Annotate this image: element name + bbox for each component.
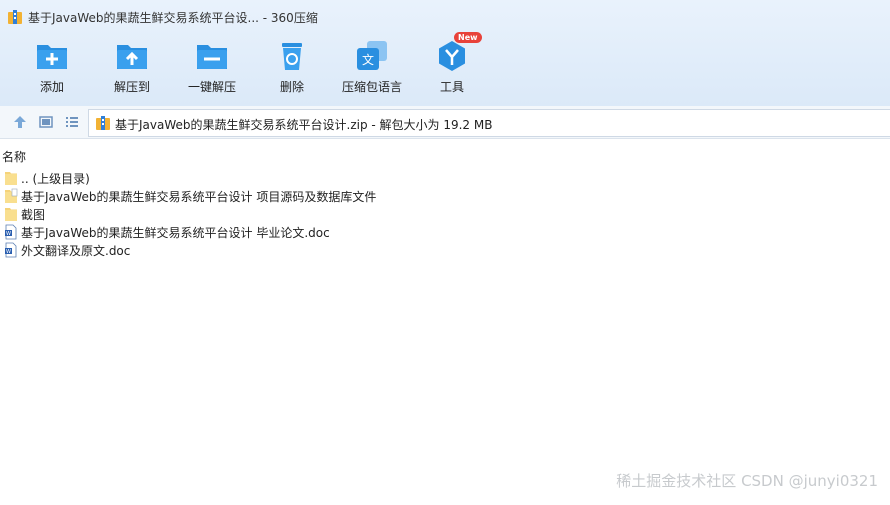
tools-button[interactable]: New 工具: [412, 32, 492, 104]
one-click-extract-icon: [197, 45, 227, 69]
list-item-translation-doc[interactable]: W 外文翻译及原文.doc: [0, 241, 600, 259]
app-logo-icon: [8, 10, 22, 24]
list-item-name: 截图: [21, 208, 46, 222]
svg-text:W: W: [6, 249, 11, 255]
zip-archive-icon: [96, 116, 110, 130]
list-item-name: 基于JavaWeb的果蔬生鲜交易系统平台设计 毕业论文.doc: [21, 226, 330, 240]
archive-language-label: 压缩包语言: [341, 80, 402, 94]
extract-to-icon: [117, 45, 147, 69]
new-badge: New: [454, 32, 482, 43]
up-arrow-icon[interactable]: [11, 113, 29, 131]
archive-language-button[interactable]: 文 压缩包语言: [332, 34, 412, 104]
svg-text:文: 文: [362, 52, 374, 67]
top-bar: 基于JavaWeb的果蔬生鲜交易系统平台设... - 360压缩 添加 解压到: [0, 0, 890, 106]
svg-text:W: W: [6, 231, 11, 237]
address-bar[interactable]: 基于JavaWeb的果蔬生鲜交易系统平台设计.zip - 解包大小为 19.2 …: [88, 109, 890, 137]
list-item-thesis-doc[interactable]: W 基于JavaWeb的果蔬生鲜交易系统平台设计 毕业论文.doc: [0, 223, 600, 241]
list-item-source-folder[interactable]: 基于JavaWeb的果蔬生鲜交易系统平台设计 项目源码及数据库文件: [0, 187, 600, 205]
address-row: 基于JavaWeb的果蔬生鲜交易系统平台设计.zip - 解包大小为 19.2 …: [0, 106, 890, 139]
address-text: 基于JavaWeb的果蔬生鲜交易系统平台设计.zip - 解包大小为 19.2 …: [115, 118, 493, 132]
list-item-parent-dir[interactable]: .. (上级目录): [0, 169, 600, 187]
window-title: 基于JavaWeb的果蔬生鲜交易系统平台设... - 360压缩: [28, 11, 318, 25]
one-click-extract-label: 一键解压: [187, 80, 236, 94]
one-click-extract-button[interactable]: 一键解压: [172, 34, 252, 104]
folder-icon: [5, 208, 17, 221]
extract-to-button[interactable]: 解压到: [92, 34, 172, 104]
list-item-name: 基于JavaWeb的果蔬生鲜交易系统平台设计 项目源码及数据库文件: [21, 190, 377, 204]
watermark: 稀土掘金技术社区 CSDN @junyi0321: [616, 472, 878, 490]
delete-button[interactable]: 删除: [252, 34, 332, 104]
folder-file-icon: [5, 188, 18, 203]
column-header-name[interactable]: 名称: [0, 147, 890, 165]
add-folder-icon: [37, 45, 67, 69]
archive-language-icon: 文: [357, 41, 387, 70]
thumbnail-view-icon[interactable]: [37, 113, 55, 131]
tools-icon: [439, 41, 465, 71]
title-bar: 基于JavaWeb的果蔬生鲜交易系统平台设... - 360压缩: [0, 0, 890, 34]
delete-label: 删除: [279, 80, 304, 94]
list-item-screenshots-folder[interactable]: 截图: [0, 205, 600, 223]
add-button[interactable]: 添加: [12, 34, 92, 104]
add-label: 添加: [39, 80, 64, 94]
folder-icon: [5, 172, 17, 185]
word-doc-icon: W: [5, 242, 17, 258]
list-view-icon[interactable]: [63, 113, 81, 131]
extract-to-label: 解压到: [113, 80, 150, 94]
recycle-bin-icon: [282, 43, 302, 70]
toolbar: 添加 解压到 一键解压 删除 文 压缩包语言 New 工具: [0, 32, 890, 106]
column-header-label: 名称: [2, 150, 27, 164]
word-doc-icon: W: [5, 224, 17, 240]
list-item-name: .. (上级目录): [21, 172, 90, 186]
tools-label: 工具: [439, 80, 464, 94]
list-item-name: 外文翻译及原文.doc: [21, 244, 131, 258]
